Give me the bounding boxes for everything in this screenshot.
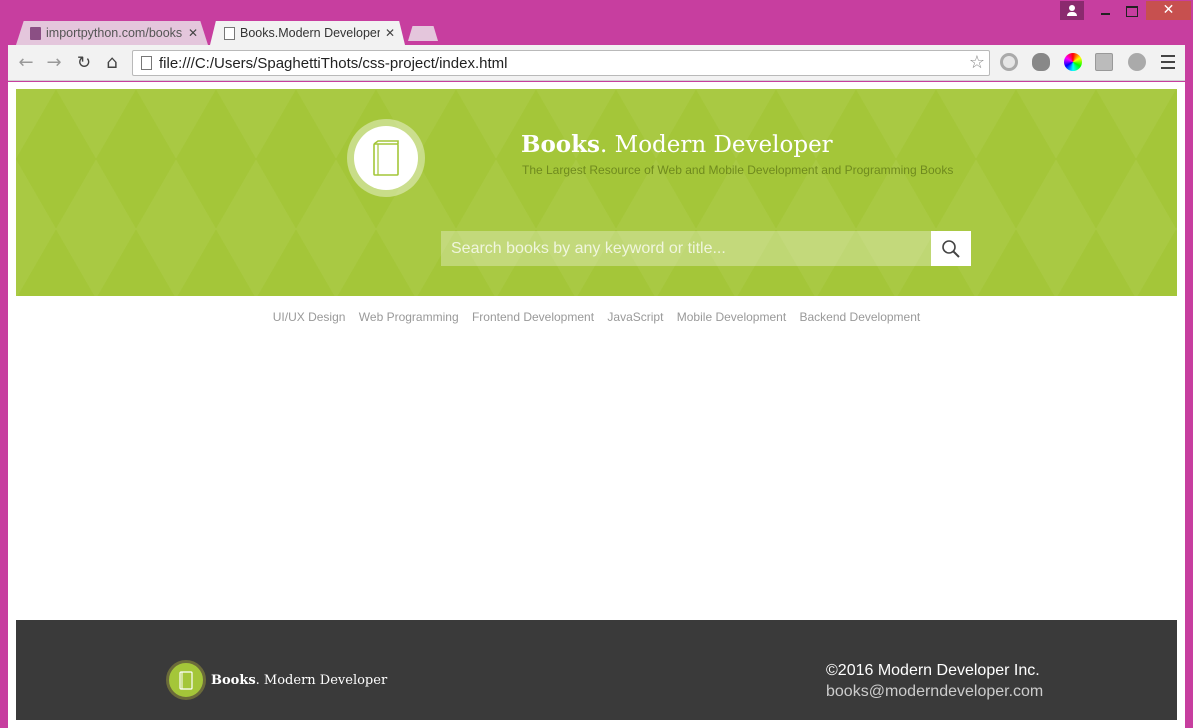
browser-toolbar: ← → ↻ ⌂ file:///C:/Users/SpaghettiThots/…	[8, 45, 1185, 81]
page-content: Books. Modern Developer The Largest Reso…	[8, 82, 1185, 728]
tab-books-modern-developer[interactable]: Books.Modern Developer ✕	[210, 21, 405, 45]
book-icon	[179, 671, 193, 690]
category-nav: UI/UX Design Web Programming Frontend De…	[8, 310, 1185, 324]
page-icon	[224, 27, 235, 40]
logo-circle	[354, 126, 418, 190]
address-bar[interactable]: file:///C:/Users/SpaghettiThots/css-proj…	[132, 50, 990, 76]
search-input[interactable]	[441, 231, 931, 266]
url-text[interactable]: file:///C:/Users/SpaghettiThots/css-proj…	[159, 55, 507, 72]
site-logo[interactable]	[347, 119, 425, 197]
extension-icon[interactable]	[1000, 53, 1018, 71]
footer-brand: Books. Modern Developer	[211, 673, 387, 688]
new-tab-button[interactable]	[408, 26, 438, 41]
hero-header: Books. Modern Developer The Largest Reso…	[16, 89, 1177, 296]
category-link-frontend[interactable]: Frontend Development	[472, 310, 594, 324]
site-title: Books. Modern Developer	[521, 131, 833, 158]
maximize-button[interactable]	[1118, 1, 1144, 20]
search-icon	[942, 240, 960, 258]
footer-brand-bold: Books	[211, 673, 256, 688]
book-icon	[373, 140, 399, 176]
minimize-button[interactable]	[1092, 1, 1118, 20]
category-link-javascript[interactable]: JavaScript	[607, 310, 663, 324]
favicon-icon	[30, 27, 41, 40]
footer-logo[interactable]	[166, 660, 206, 700]
tab-label: Books.Modern Developer	[240, 26, 380, 40]
menu-icon[interactable]	[1161, 55, 1175, 69]
user-icon[interactable]	[1060, 1, 1084, 20]
contact-email[interactable]: books@moderndeveloper.com	[826, 683, 1043, 701]
footer-brand-rest: . Modern Developer	[255, 673, 388, 688]
image-extension-icon[interactable]	[1095, 53, 1113, 71]
back-button[interactable]: ←	[14, 51, 38, 75]
page-icon	[141, 56, 152, 70]
tab-importpython[interactable]: importpython.com/books ✕	[16, 21, 208, 45]
tab-label: importpython.com/books	[46, 26, 183, 40]
tab-close-icon[interactable]: ✕	[188, 21, 198, 45]
reload-button[interactable]: ↻	[72, 51, 96, 75]
forward-button[interactable]: →	[42, 51, 66, 75]
copyright-text: ©2016 Modern Developer Inc.	[826, 662, 1040, 679]
search-button[interactable]	[931, 231, 971, 266]
brand-rest: . Modern Developer	[600, 132, 833, 158]
site-footer: Books. Modern Developer ©2016 Modern Dev…	[16, 620, 1177, 720]
home-button[interactable]: ⌂	[100, 51, 124, 75]
category-link-ui-ux[interactable]: UI/UX Design	[273, 310, 346, 324]
brand-bold: Books	[521, 131, 601, 158]
category-link-web-programming[interactable]: Web Programming	[359, 310, 459, 324]
category-link-mobile[interactable]: Mobile Development	[677, 310, 786, 324]
category-link-backend[interactable]: Backend Development	[800, 310, 921, 324]
site-tagline: The Largest Resource of Web and Mobile D…	[522, 163, 954, 177]
bookmark-star-icon[interactable]: ☆	[969, 52, 985, 73]
color-picker-icon[interactable]	[1064, 53, 1082, 71]
extension-icon[interactable]	[1128, 53, 1146, 71]
close-window-button[interactable]: ✕	[1146, 1, 1191, 20]
bug-extension-icon[interactable]	[1032, 53, 1050, 71]
tab-close-icon[interactable]: ✕	[385, 21, 395, 45]
browser-window: ✕ importpython.com/books ✕ Books.Modern …	[0, 0, 1193, 728]
